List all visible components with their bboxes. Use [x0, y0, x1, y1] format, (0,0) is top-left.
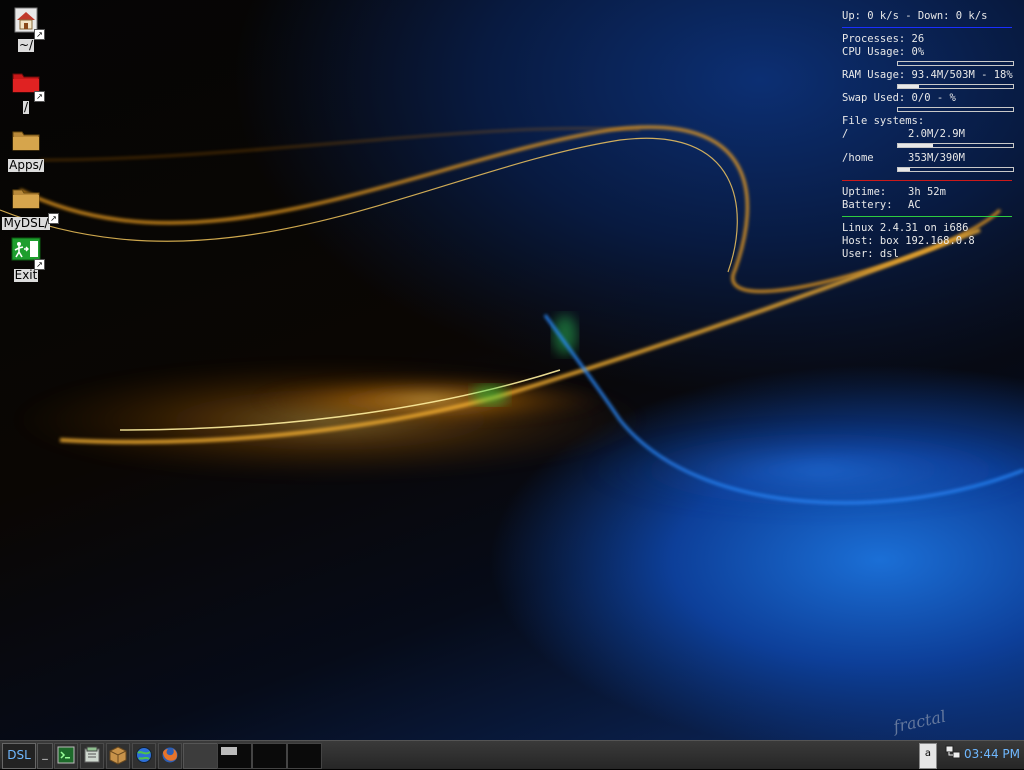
swap-bar	[897, 107, 1014, 112]
host-info: Host: box 192.168.0.8	[842, 235, 975, 247]
desktop-icon-home[interactable]: ↗ ~/	[0, 6, 56, 53]
folder-icon: ↗	[11, 184, 59, 224]
fs-root-value: 2.0M/2.9M	[908, 128, 965, 140]
battery-label: Battery:	[842, 199, 893, 211]
package-icon[interactable]	[106, 743, 130, 769]
desktop-icon-apps[interactable]: Apps/	[0, 126, 56, 173]
swap-label: Swap Used:	[842, 92, 906, 104]
fs-home-value: 353M/390M	[908, 152, 965, 164]
filesystems-heading: File systems:	[842, 115, 925, 127]
uptime-value: 3h 52m	[908, 186, 946, 198]
exit-icon: ↗	[11, 236, 45, 270]
terminal-icon[interactable]	[54, 743, 78, 769]
fs-root-label: /	[842, 128, 849, 140]
system-monitor: Up: 0 k/s - Down: 0 k/s Processes: 26 CP…	[842, 10, 1014, 261]
file-manager-icon[interactable]	[80, 743, 104, 769]
firefox-icon[interactable]	[158, 743, 182, 769]
swap-value: 0/0 - %	[911, 92, 956, 104]
ram-label: RAM Usage:	[842, 69, 906, 81]
red-folder-icon: ↗	[11, 68, 45, 102]
fs-root-row: / 2.0M/2.9M	[842, 128, 1012, 141]
processes-value: 26	[911, 33, 925, 45]
divider-blue	[842, 27, 1012, 28]
home-folder-icon: ↗	[11, 6, 45, 40]
workspace-window-thumb	[221, 747, 237, 755]
battery-value: AC	[908, 199, 921, 211]
fs-home-row: /home 353M/390M	[842, 152, 1012, 165]
folder-icon	[11, 126, 41, 154]
fs-home-bar	[897, 167, 1014, 172]
cpu-bar	[897, 61, 1014, 66]
desktop-icon-label: ~/	[17, 38, 35, 52]
network-tray-icon[interactable]	[944, 743, 962, 767]
workspace-1[interactable]	[217, 743, 252, 769]
desktop-icon-mydsl[interactable]: ↗ MyDSL/	[0, 184, 59, 231]
fs-home-label: /home	[842, 152, 874, 164]
ram-bar	[897, 84, 1014, 89]
desktop-icon-label: /	[22, 100, 30, 114]
show-desktop-button[interactable]: _	[37, 743, 53, 769]
workspace-2[interactable]	[252, 743, 287, 769]
clock[interactable]: 03:44 PM	[964, 743, 1020, 767]
swap-row: Swap Used: 0/0 - %	[842, 92, 1012, 105]
processes-label: Processes:	[842, 33, 906, 45]
taskbar-spacer	[183, 743, 218, 769]
desktop-icon-exit[interactable]: ↗ Exit	[0, 236, 56, 283]
start-menu-button[interactable]: DSL	[2, 743, 36, 769]
cpu-row: CPU Usage: 0%	[842, 46, 1012, 59]
user-info: User: dsl	[842, 248, 899, 260]
ram-row: RAM Usage: 93.4M/503M - 18%	[842, 69, 1013, 82]
desktop-icon-label: MyDSL/	[2, 216, 50, 230]
browser-icon[interactable]	[132, 743, 156, 769]
battery-row: Battery: AC	[842, 199, 1012, 212]
taskbar: DSL _ a 03:44 PM	[0, 740, 1024, 769]
desktop-icon-label: Exit	[13, 268, 39, 282]
divider-red	[842, 180, 1012, 181]
fs-root-bar	[897, 143, 1014, 148]
keyboard-layout-indicator[interactable]: a	[919, 743, 937, 769]
ram-value: 93.4M/503M - 18%	[911, 69, 1013, 81]
network-speed: Up: 0 k/s - Down: 0 k/s	[842, 10, 988, 22]
divider-green	[842, 216, 1012, 217]
uptime-label: Uptime:	[842, 186, 887, 198]
processes-row: Processes: 26	[842, 33, 1012, 46]
uptime-row: Uptime: 3h 52m	[842, 186, 1012, 199]
workspace-3[interactable]	[287, 743, 322, 769]
cpu-value: 0%	[911, 46, 925, 58]
cpu-label: CPU Usage:	[842, 46, 906, 58]
desktop-icon-label: Apps/	[8, 158, 44, 172]
kernel-info: Linux 2.4.31 on i686	[842, 222, 969, 234]
desktop-icon-root[interactable]: ↗ /	[0, 68, 56, 115]
